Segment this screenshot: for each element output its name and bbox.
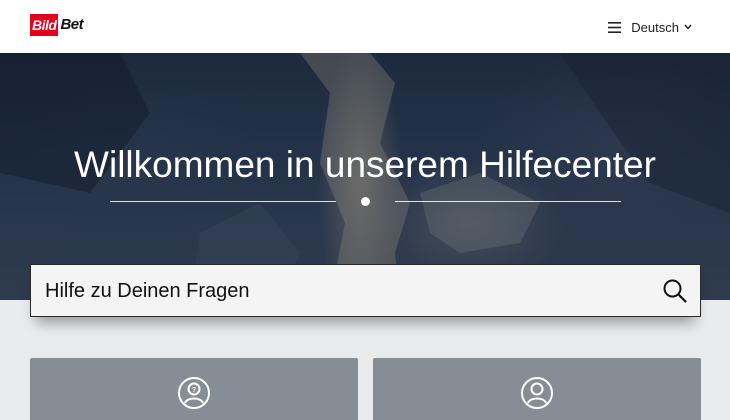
language-label[interactable]: Deutsch	[631, 20, 679, 35]
hero-title: Willkommen in unserem Hilfecenter	[74, 144, 656, 185]
help-category-card-2[interactable]	[373, 358, 701, 420]
logo-bet-part: Bet	[60, 16, 84, 33]
search-input[interactable]	[45, 274, 635, 308]
help-search-box	[30, 264, 701, 317]
help-category-card-1[interactable]: ?	[30, 358, 358, 420]
user-question-icon: ?	[177, 376, 211, 410]
hamburger-menu-icon[interactable]	[608, 21, 622, 33]
hero-divider-dot	[361, 197, 370, 206]
top-header: Bild Bet Deutsch	[0, 0, 730, 53]
language-selector[interactable]: Deutsch	[608, 16, 692, 38]
chevron-down-icon[interactable]	[684, 24, 692, 30]
hero-divider-left	[110, 201, 336, 202]
hero-banner: Willkommen in unserem Hilfecenter	[0, 53, 730, 300]
bildbet-logo[interactable]: Bild Bet	[30, 14, 84, 36]
logo-bild-part: Bild	[30, 14, 59, 36]
search-icon[interactable]	[662, 278, 688, 304]
svg-text:?: ?	[192, 387, 196, 394]
user-icon	[520, 376, 554, 410]
hero-divider-right	[395, 201, 621, 202]
